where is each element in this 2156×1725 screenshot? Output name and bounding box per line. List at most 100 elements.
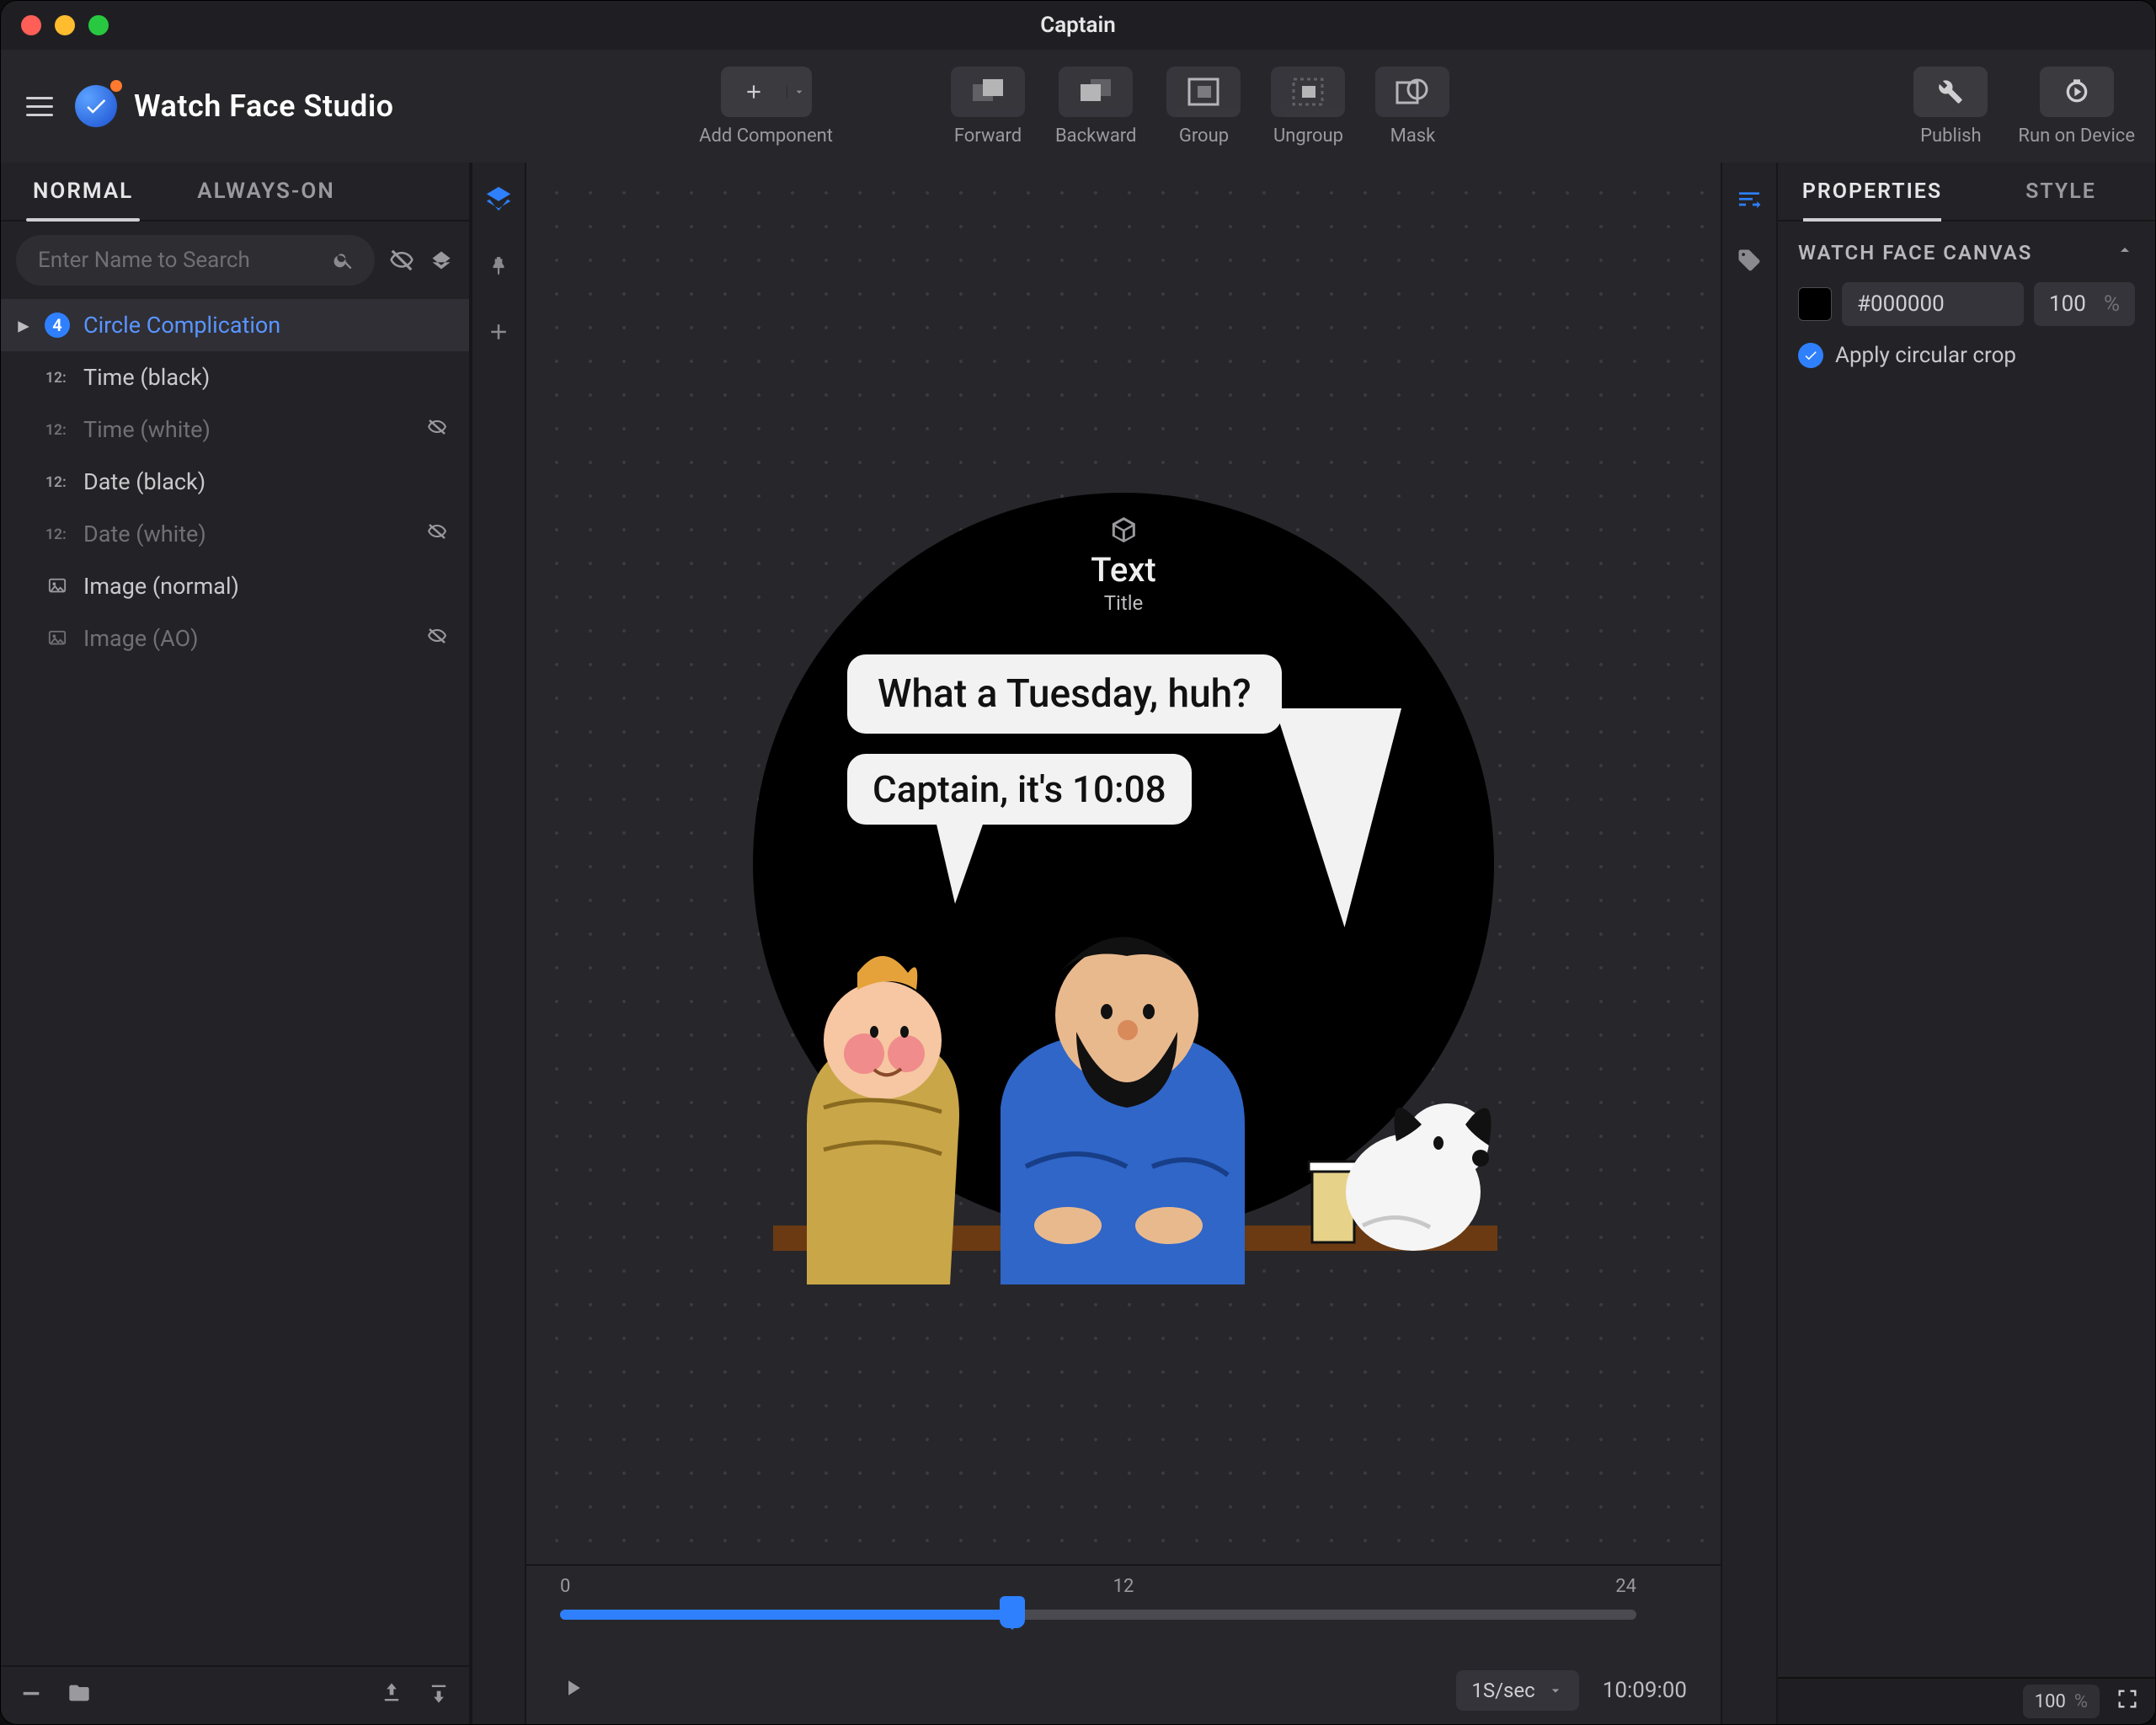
rail-add-icon[interactable] [486,319,511,350]
image-icon [45,629,70,648]
timeline[interactable]: 0 12 24 [526,1564,1721,1657]
export-button[interactable] [427,1680,451,1712]
app-logo [75,85,117,127]
text-icon: 12: [45,524,70,544]
complication-title: Title [1091,591,1155,615]
complication-top[interactable]: Text Title [1091,515,1155,615]
unlock-all-icon[interactable] [428,243,454,277]
import-button[interactable] [380,1680,403,1712]
fit-screen-button[interactable] [2115,1687,2140,1717]
timeline-thumb[interactable] [1000,1596,1025,1628]
titlebar: Captain [1,1,2155,50]
section-title-canvas: WATCH FACE CANVAS [1798,241,2032,264]
layer-search[interactable] [16,235,375,286]
app-window: Captain Watch Face Studio Add Component … [0,0,2156,1725]
layer-name: Image (normal) [83,573,239,600]
image-icon [45,577,70,595]
hidden-icon[interactable] [425,521,449,547]
collapse-section-button[interactable] [2115,240,2135,265]
add-component-label: Add Component [699,126,833,147]
forward-label: Forward [954,126,1022,147]
timeline-track[interactable] [560,1610,1636,1620]
playback-rate-label: 1S/sec [1471,1679,1534,1702]
layer-row[interactable]: 12: Time (black) [1,351,469,403]
timeline-end-label: 24 [1615,1576,1636,1597]
hidden-icon[interactable] [425,416,449,443]
mask-button[interactable] [1375,67,1449,117]
add-component-button[interactable] [721,67,812,117]
publish-label: Publish [1920,126,1982,147]
search-icon [333,249,355,271]
layers-panel: NORMAL ALWAYS-ON ▸ 4 Circle Complication 12… [1,163,471,1724]
right-rail [1721,163,1776,1724]
tab-always-on[interactable]: ALWAYS-ON [165,163,367,220]
play-button[interactable] [560,1675,585,1706]
layer-row[interactable]: 12: Date (black) [1,456,469,508]
group-button[interactable] [1166,67,1241,117]
speech-bubble-date[interactable]: What a Tuesday, huh? [847,654,1282,734]
layer-name: Time (white) [83,416,211,443]
bg-opacity-input[interactable]: 100% [2034,282,2135,326]
hide-all-icon[interactable] [388,243,414,277]
svg-text:12:: 12: [45,474,67,491]
bg-color-hex-input[interactable]: #000000 [1842,282,2024,326]
left-rail [471,163,526,1724]
bg-color-swatch[interactable] [1798,287,1832,321]
canvas[interactable]: Text Title What a Tuesday, huh? Captain,… [531,168,1716,1559]
apply-circular-crop-checkbox[interactable]: Apply circular crop [1798,343,2135,368]
tab-properties[interactable]: PROPERTIES [1778,163,1967,220]
speech-bubble-time[interactable]: Captain, it's 10:08 [847,754,1192,825]
bubble-tail-1 [1275,708,1401,927]
folder-button[interactable] [67,1681,92,1711]
hidden-icon[interactable] [425,625,449,652]
cube-icon [1108,515,1139,545]
menu-button[interactable] [21,92,58,121]
ungroup-label: Ungroup [1273,126,1343,147]
backward-label: Backward [1055,126,1137,147]
text-icon: 12: [45,472,70,492]
expand-icon[interactable]: ▸ [16,312,31,339]
layer-name: Image (AO) [83,625,199,652]
ungroup-button[interactable] [1271,67,1345,117]
rail-pin-icon[interactable] [488,253,510,286]
playback-rate-dropdown[interactable]: 1S/sec [1456,1670,1578,1711]
watch-image[interactable] [773,914,1497,1284]
app-header: Watch Face Studio Add Component Forward … [1,50,2155,163]
search-input[interactable] [36,247,321,274]
layer-row[interactable]: Image (normal) [1,560,469,612]
layer-row[interactable]: 12: Time (white) [1,403,469,456]
publish-button[interactable] [1913,67,1988,117]
run-label: Run on Device [2018,126,2135,147]
remove-layer-button[interactable] [19,1681,43,1711]
layer-name: Date (black) [83,468,205,495]
forward-button[interactable] [951,67,1025,117]
tab-normal[interactable]: NORMAL [1,163,165,220]
run-on-device-button[interactable] [2040,67,2114,117]
layer-name: Circle Complication [83,312,280,339]
rail-layers-icon[interactable] [484,184,513,219]
watch-face[interactable]: Text Title What a Tuesday, huh? Captain,… [753,493,1494,1234]
layer-count-badge: 4 [45,312,70,338]
svg-text:12:: 12: [45,526,67,543]
zoom-input[interactable]: 100% [2023,1685,2100,1718]
status-bar: 100% [1778,1677,2155,1724]
svg-text:12:: 12: [45,422,67,439]
rail-properties-icon[interactable] [1736,184,1763,217]
layer-row[interactable]: 12: Date (white) [1,508,469,560]
layer-row[interactable]: ▸ 4 Circle Complication [1,299,469,351]
svg-text:12:: 12: [45,370,67,387]
timeline-time: 10:09:00 [1603,1678,1687,1703]
window-title: Captain [1,13,2155,38]
rail-tags-icon[interactable] [1737,248,1762,279]
layer-row[interactable]: Image (AO) [1,612,469,665]
text-icon: 12: [45,367,70,387]
layer-name: Date (white) [83,521,206,547]
app-brand: Watch Face Studio [134,88,394,124]
text-icon: 12: [45,419,70,440]
backward-button[interactable] [1059,67,1133,117]
complication-text: Text [1091,550,1155,590]
layer-name: Time (black) [83,364,210,391]
timeline-start-label: 0 [560,1576,570,1597]
tab-style[interactable]: STYLE [1967,163,2155,220]
timeline-mid-label: 12 [1113,1576,1134,1597]
